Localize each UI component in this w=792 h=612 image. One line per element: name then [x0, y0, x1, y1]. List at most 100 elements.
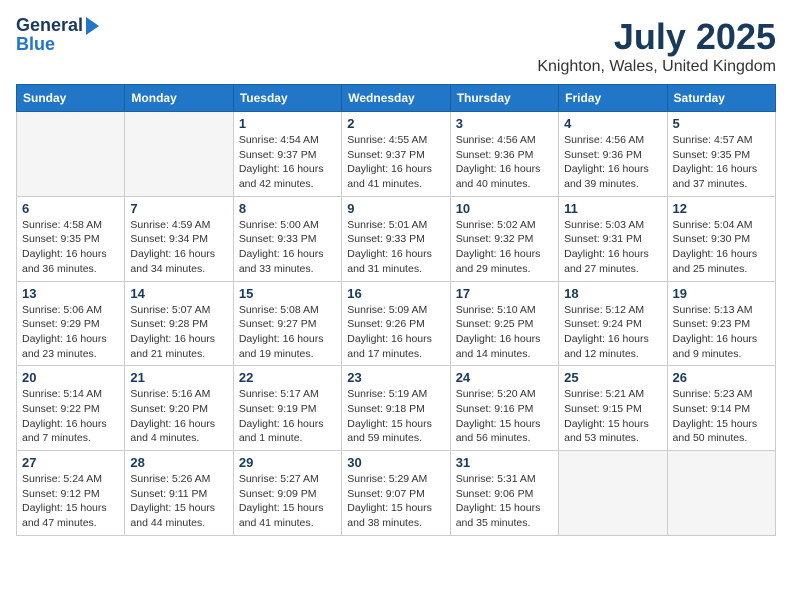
calendar-table: SundayMondayTuesdayWednesdayThursdayFrid… [16, 84, 776, 536]
day-number: 10 [456, 201, 553, 216]
calendar-cell: 12 Sunrise: 5:04 AM Sunset: 9:30 PM Dayli… [667, 196, 775, 281]
day-number: 26 [673, 370, 770, 385]
calendar-cell: 30Sunrise: 5:29 AM Sunset: 9:07 PM Dayli… [342, 451, 450, 536]
logo-arrow-icon [86, 17, 99, 35]
calendar-cell: 26 Sunrise: 5:23 AM Sunset: 9:14 PM Dayli… [667, 366, 775, 451]
day-number: 3 [456, 116, 553, 131]
day-number: 5 [673, 116, 770, 131]
day-info: Sunrise: 4:59 AM Sunset: 9:34 PM Dayligh… [130, 218, 227, 277]
day-number: 28 [130, 455, 227, 470]
calendar-cell: 29 Sunrise: 5:27 AM Sunset: 9:09 PM Dayli… [233, 451, 341, 536]
week-row-2: 6 Sunrise: 4:58 AM Sunset: 9:35 PM Daylig… [17, 196, 776, 281]
day-info: Sunrise: 5:31 AM Sunset: 9:06 PM Dayligh… [456, 472, 553, 531]
day-info: Sunrise: 4:56 AM Sunset: 9:36 PM Dayligh… [564, 133, 661, 192]
day-info: Sunrise: 5:23 AM Sunset: 9:14 PM Dayligh… [673, 387, 770, 446]
day-info: Sunrise: 5:16 AM Sunset: 9:20 PM Dayligh… [130, 387, 227, 446]
calendar-cell: 3 Sunrise: 4:56 AM Sunset: 9:36 PM Daylig… [450, 112, 558, 197]
logo: General Blue [16, 16, 99, 55]
calendar-cell: 11 Sunrise: 5:03 AM Sunset: 9:31 PM Dayli… [559, 196, 667, 281]
calendar-cell: 13 Sunrise: 5:06 AM Sunset: 9:29 PM Dayli… [17, 281, 125, 366]
day-info: Sunrise: 5:04 AM Sunset: 9:30 PM Dayligh… [673, 218, 770, 277]
calendar-cell: 24Sunrise: 5:20 AM Sunset: 9:16 PM Dayli… [450, 366, 558, 451]
calendar-cell: 6 Sunrise: 4:58 AM Sunset: 9:35 PM Daylig… [17, 196, 125, 281]
logo-text-blue: Blue [16, 34, 99, 55]
calendar-cell: 31 Sunrise: 5:31 AM Sunset: 9:06 PM Dayli… [450, 451, 558, 536]
calendar-cell: 1Sunrise: 4:54 AM Sunset: 9:37 PM Daylig… [233, 112, 341, 197]
logo-text-general: General [16, 16, 83, 36]
calendar-cell: 2Sunrise: 4:55 AM Sunset: 9:37 PM Daylig… [342, 112, 450, 197]
day-number: 20 [22, 370, 119, 385]
weekday-header-monday: Monday [125, 85, 233, 112]
calendar-cell: 20 Sunrise: 5:14 AM Sunset: 9:22 PM Dayli… [17, 366, 125, 451]
calendar-cell: 8 Sunrise: 5:00 AM Sunset: 9:33 PM Daylig… [233, 196, 341, 281]
weekday-header-friday: Friday [559, 85, 667, 112]
calendar-cell: 16Sunrise: 5:09 AM Sunset: 9:26 PM Dayli… [342, 281, 450, 366]
day-number: 18 [564, 286, 661, 301]
day-info: Sunrise: 5:07 AM Sunset: 9:28 PM Dayligh… [130, 303, 227, 362]
calendar-cell [559, 451, 667, 536]
calendar-cell: 18 Sunrise: 5:12 AM Sunset: 9:24 PM Dayli… [559, 281, 667, 366]
day-number: 23 [347, 370, 444, 385]
day-info: Sunrise: 5:00 AM Sunset: 9:33 PM Dayligh… [239, 218, 336, 277]
calendar-cell: 19Sunrise: 5:13 AM Sunset: 9:23 PM Dayli… [667, 281, 775, 366]
week-row-1: 1Sunrise: 4:54 AM Sunset: 9:37 PM Daylig… [17, 112, 776, 197]
day-info: Sunrise: 5:03 AM Sunset: 9:31 PM Dayligh… [564, 218, 661, 277]
day-number: 19 [673, 286, 770, 301]
day-info: Sunrise: 5:14 AM Sunset: 9:22 PM Dayligh… [22, 387, 119, 446]
week-row-3: 13 Sunrise: 5:06 AM Sunset: 9:29 PM Dayli… [17, 281, 776, 366]
day-info: Sunrise: 4:55 AM Sunset: 9:37 PM Dayligh… [347, 133, 444, 192]
day-number: 9 [347, 201, 444, 216]
calendar-cell: 22Sunrise: 5:17 AM Sunset: 9:19 PM Dayli… [233, 366, 341, 451]
day-number: 27 [22, 455, 119, 470]
calendar-cell: 28 Sunrise: 5:26 AM Sunset: 9:11 PM Dayli… [125, 451, 233, 536]
calendar-cell: 14 Sunrise: 5:07 AM Sunset: 9:28 PM Dayli… [125, 281, 233, 366]
day-info: Sunrise: 4:58 AM Sunset: 9:35 PM Dayligh… [22, 218, 119, 277]
day-number: 25 [564, 370, 661, 385]
title-block: July 2025 Knighton, Wales, United Kingdo… [537, 16, 776, 76]
calendar-cell [667, 451, 775, 536]
day-number: 12 [673, 201, 770, 216]
day-number: 6 [22, 201, 119, 216]
day-info: Sunrise: 5:01 AM Sunset: 9:33 PM Dayligh… [347, 218, 444, 277]
day-info: Sunrise: 4:56 AM Sunset: 9:36 PM Dayligh… [456, 133, 553, 192]
day-number: 13 [22, 286, 119, 301]
day-info: Sunrise: 5:21 AM Sunset: 9:15 PM Dayligh… [564, 387, 661, 446]
calendar-cell [125, 112, 233, 197]
day-info: Sunrise: 5:06 AM Sunset: 9:29 PM Dayligh… [22, 303, 119, 362]
calendar-cell: 4 Sunrise: 4:56 AM Sunset: 9:36 PM Daylig… [559, 112, 667, 197]
day-number: 14 [130, 286, 227, 301]
day-info: Sunrise: 5:26 AM Sunset: 9:11 PM Dayligh… [130, 472, 227, 531]
calendar-cell: 17Sunrise: 5:10 AM Sunset: 9:25 PM Dayli… [450, 281, 558, 366]
week-row-4: 20 Sunrise: 5:14 AM Sunset: 9:22 PM Dayli… [17, 366, 776, 451]
month-title: July 2025 [537, 16, 776, 58]
day-number: 31 [456, 455, 553, 470]
day-number: 11 [564, 201, 661, 216]
day-number: 4 [564, 116, 661, 131]
calendar-cell: 25 Sunrise: 5:21 AM Sunset: 9:15 PM Dayli… [559, 366, 667, 451]
day-info: Sunrise: 5:12 AM Sunset: 9:24 PM Dayligh… [564, 303, 661, 362]
day-info: Sunrise: 5:08 AM Sunset: 9:27 PM Dayligh… [239, 303, 336, 362]
day-number: 7 [130, 201, 227, 216]
day-number: 16 [347, 286, 444, 301]
calendar-cell: 15 Sunrise: 5:08 AM Sunset: 9:27 PM Dayli… [233, 281, 341, 366]
day-info: Sunrise: 5:19 AM Sunset: 9:18 PM Dayligh… [347, 387, 444, 446]
weekday-header-thursday: Thursday [450, 85, 558, 112]
day-number: 24 [456, 370, 553, 385]
weekday-header-tuesday: Tuesday [233, 85, 341, 112]
day-number: 29 [239, 455, 336, 470]
day-number: 21 [130, 370, 227, 385]
calendar-cell: 10 Sunrise: 5:02 AM Sunset: 9:32 PM Dayli… [450, 196, 558, 281]
day-number: 8 [239, 201, 336, 216]
calendar-cell: 23 Sunrise: 5:19 AM Sunset: 9:18 PM Dayli… [342, 366, 450, 451]
day-number: 30 [347, 455, 444, 470]
day-number: 1 [239, 116, 336, 131]
day-number: 17 [456, 286, 553, 301]
day-info: Sunrise: 5:27 AM Sunset: 9:09 PM Dayligh… [239, 472, 336, 531]
day-info: Sunrise: 5:02 AM Sunset: 9:32 PM Dayligh… [456, 218, 553, 277]
weekday-header-wednesday: Wednesday [342, 85, 450, 112]
day-info: Sunrise: 4:57 AM Sunset: 9:35 PM Dayligh… [673, 133, 770, 192]
calendar-cell: 7 Sunrise: 4:59 AM Sunset: 9:34 PM Daylig… [125, 196, 233, 281]
day-number: 22 [239, 370, 336, 385]
calendar-cell: 21 Sunrise: 5:16 AM Sunset: 9:20 PM Dayli… [125, 366, 233, 451]
day-number: 15 [239, 286, 336, 301]
